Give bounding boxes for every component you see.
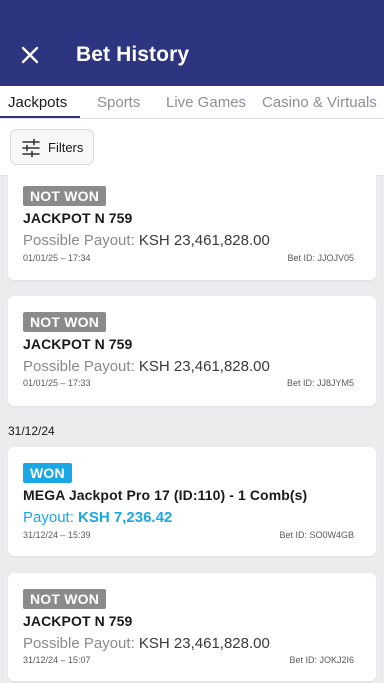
bet-card[interactable]: WON MEGA Jackpot Pro 17 (ID:110) - 1 Com… [8,447,376,556]
bet-title: MEGA Jackpot Pro 17 (ID:110) - 1 Comb(s) [23,487,308,503]
payout-line: Possible Payout: KSH 23,461,828.00 [23,232,270,249]
bet-id-label: Bet ID: [286,378,315,388]
status-badge: NOT WON [23,186,107,206]
close-icon-graphic [21,46,39,64]
bet-id-value: JOKJ2I6 [319,655,354,665]
bet-category-tabs: Jackpots Sports Live Games Casino & Virt… [0,86,384,119]
payout-label: Payout: [23,509,74,526]
bet-datetime: 01/01/25 – 17:33 [23,378,91,388]
bet-id-label: Bet ID: [279,530,307,540]
bet-title: JACKPOT N 759 [23,336,133,352]
sliders-icon [22,138,40,158]
payout-line: Possible Payout: KSH 23,461,828.00 [23,358,270,375]
payout-amount: KSH 23,461,828.00 [138,232,270,249]
bet-card[interactable]: NOT WON JACKPOT N 759 Possible Payout: K… [8,296,376,406]
status-badge: WON [23,463,72,483]
payout-amount: KSH 23,461,828.00 [138,358,270,375]
filters-button[interactable]: Filters [10,129,94,165]
payout-label: Possible Payout: [23,232,135,249]
bet-datetime: 31/12/24 – 15:07 [23,655,91,665]
app-header: Bet History [0,0,384,86]
payout-line: Payout: KSH 7,236.42 [23,509,172,526]
bet-datetime: 31/12/24 – 15:39 [23,530,91,540]
date-group-header: 31/12/24 [8,424,55,438]
bet-card[interactable]: NOT WON JACKPOT N 759 Possible Payout: K… [8,170,376,280]
tab-jackpots[interactable]: Jackpots [8,94,67,111]
bet-title: JACKPOT N 759 [23,613,133,629]
page-title: Bet History [76,43,190,66]
status-badge: NOT WON [23,589,107,609]
bet-id-value: JJOJV05 [317,253,354,263]
tab-casino-virtuals[interactable]: Casino & Virtuals [262,94,377,111]
bet-id: Bet ID: JJ8JYM5 [287,378,354,388]
bet-id-value: SO0W4GB [309,530,354,540]
bet-datetime: 01/01/25 – 17:34 [23,253,91,263]
payout-label: Possible Payout: [23,635,135,652]
bet-card[interactable]: NOT WON JACKPOT N 759 Possible Payout: K… [8,573,376,681]
payout-amount: KSH 7,236.42 [78,509,173,526]
bet-id-value: JJ8JYM5 [316,378,354,388]
bet-id-label: Bet ID: [287,253,315,263]
status-badge: NOT WON [23,312,107,332]
payout-line: Possible Payout: KSH 23,461,828.00 [23,635,270,652]
filter-bar: Filters [0,119,384,176]
payout-label: Possible Payout: [23,358,135,375]
bet-id: Bet ID: JJOJV05 [287,253,354,263]
tab-sports[interactable]: Sports [97,94,140,111]
close-icon[interactable] [18,43,42,67]
bet-id: Bet ID: SO0W4GB [279,530,354,540]
filters-label: Filters [48,140,84,155]
bet-id: Bet ID: JOKJ2I6 [289,655,354,665]
bet-title: JACKPOT N 759 [23,210,133,226]
tab-live-games[interactable]: Live Games [166,94,246,111]
bet-id-label: Bet ID: [289,655,317,665]
payout-amount: KSH 23,461,828.00 [138,635,270,652]
